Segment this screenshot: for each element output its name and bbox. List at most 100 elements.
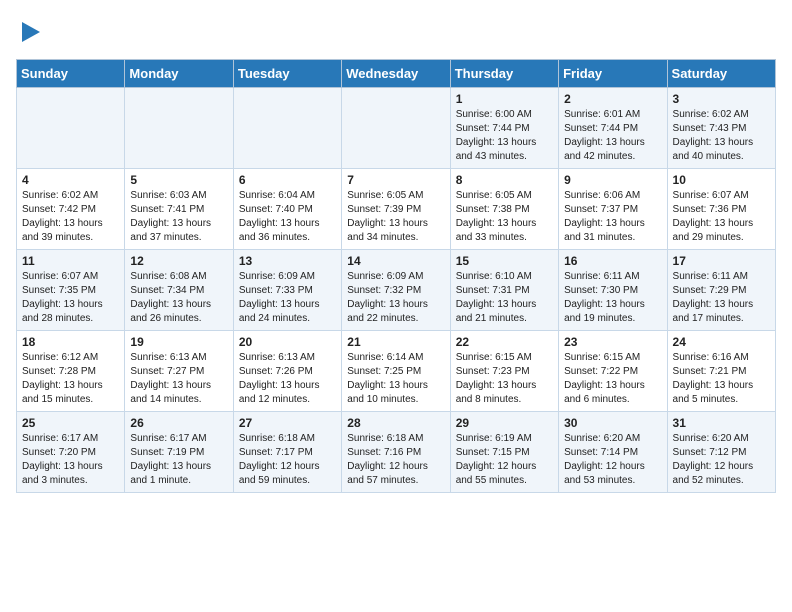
day-info: Sunrise: 6:16 AMSunset: 7:21 PMDaylight:… [673, 352, 754, 405]
day-info: Sunrise: 6:13 AMSunset: 7:27 PMDaylight:… [130, 352, 211, 405]
day-info: Sunrise: 6:11 AMSunset: 7:30 PMDaylight:… [564, 271, 645, 324]
day-number: 7 [347, 173, 444, 187]
calendar-cell: 21 Sunrise: 6:14 AMSunset: 7:25 PMDayligh… [342, 331, 450, 412]
day-info: Sunrise: 6:17 AMSunset: 7:19 PMDaylight:… [130, 433, 211, 486]
day-number: 2 [564, 92, 661, 106]
calendar-cell: 22 Sunrise: 6:15 AMSunset: 7:23 PMDayligh… [450, 331, 558, 412]
calendar-cell: 6 Sunrise: 6:04 AMSunset: 7:40 PMDaylight… [233, 169, 341, 250]
page-header [16, 16, 776, 51]
day-info: Sunrise: 6:17 AMSunset: 7:20 PMDaylight:… [22, 433, 103, 486]
day-number: 18 [22, 335, 119, 349]
header-friday: Friday [559, 60, 667, 88]
day-number: 10 [673, 173, 770, 187]
day-number: 26 [130, 416, 227, 430]
day-info: Sunrise: 6:05 AMSunset: 7:39 PMDaylight:… [347, 190, 428, 243]
header-saturday: Saturday [667, 60, 775, 88]
day-info: Sunrise: 6:07 AMSunset: 7:35 PMDaylight:… [22, 271, 103, 324]
calendar-cell [125, 88, 233, 169]
header-monday: Monday [125, 60, 233, 88]
day-info: Sunrise: 6:20 AMSunset: 7:14 PMDaylight:… [564, 433, 645, 486]
calendar-cell [342, 88, 450, 169]
calendar-cell: 20 Sunrise: 6:13 AMSunset: 7:26 PMDayligh… [233, 331, 341, 412]
calendar-cell: 25Sunrise: 6:17 AMSunset: 7:20 PMDayligh… [17, 412, 125, 493]
logo [16, 16, 42, 51]
calendar-cell: 23Sunrise: 6:15 AMSunset: 7:22 PMDayligh… [559, 331, 667, 412]
day-info: Sunrise: 6:20 AMSunset: 7:12 PMDaylight:… [673, 433, 754, 486]
calendar-cell: 28 Sunrise: 6:18 AMSunset: 7:16 PMDayligh… [342, 412, 450, 493]
day-number: 30 [564, 416, 661, 430]
calendar-cell: 8 Sunrise: 6:05 AMSunset: 7:38 PMDaylight… [450, 169, 558, 250]
day-info: Sunrise: 6:07 AMSunset: 7:36 PMDaylight:… [673, 190, 754, 243]
day-number: 22 [456, 335, 553, 349]
header-thursday: Thursday [450, 60, 558, 88]
day-info: Sunrise: 6:05 AMSunset: 7:38 PMDaylight:… [456, 190, 537, 243]
calendar-week-row: 4 Sunrise: 6:02 AMSunset: 7:42 PMDaylight… [17, 169, 776, 250]
day-number: 9 [564, 173, 661, 187]
calendar-cell: 11 Sunrise: 6:07 AMSunset: 7:35 PMDayligh… [17, 250, 125, 331]
header-tuesday: Tuesday [233, 60, 341, 88]
calendar-cell: 9 Sunrise: 6:06 AMSunset: 7:37 PMDaylight… [559, 169, 667, 250]
day-number: 28 [347, 416, 444, 430]
day-info: Sunrise: 6:14 AMSunset: 7:25 PMDaylight:… [347, 352, 428, 405]
day-number: 31 [673, 416, 770, 430]
day-number: 23 [564, 335, 661, 349]
day-info: Sunrise: 6:15 AMSunset: 7:23 PMDaylight:… [456, 352, 537, 405]
calendar-cell: 12 Sunrise: 6:08 AMSunset: 7:34 PMDayligh… [125, 250, 233, 331]
calendar-cell: 2 Sunrise: 6:01 AMSunset: 7:44 PMDaylight… [559, 88, 667, 169]
calendar-cell: 5Sunrise: 6:03 AMSunset: 7:41 PMDaylight… [125, 169, 233, 250]
day-number: 17 [673, 254, 770, 268]
calendar-cell: 10 Sunrise: 6:07 AMSunset: 7:36 PMDayligh… [667, 169, 775, 250]
calendar-cell: 15Sunrise: 6:10 AMSunset: 7:31 PMDayligh… [450, 250, 558, 331]
calendar-cell: 30 Sunrise: 6:20 AMSunset: 7:14 PMDayligh… [559, 412, 667, 493]
day-info: Sunrise: 6:02 AMSunset: 7:42 PMDaylight:… [22, 190, 103, 243]
logo-icon [20, 18, 42, 51]
day-info: Sunrise: 6:09 AMSunset: 7:33 PMDaylight:… [239, 271, 320, 324]
calendar-cell: 16 Sunrise: 6:11 AMSunset: 7:30 PMDayligh… [559, 250, 667, 331]
calendar-cell: 14 Sunrise: 6:09 AMSunset: 7:32 PMDayligh… [342, 250, 450, 331]
day-info: Sunrise: 6:06 AMSunset: 7:37 PMDaylight:… [564, 190, 645, 243]
calendar-cell: 26 Sunrise: 6:17 AMSunset: 7:19 PMDayligh… [125, 412, 233, 493]
calendar-cell: 13Sunrise: 6:09 AMSunset: 7:33 PMDayligh… [233, 250, 341, 331]
day-info: Sunrise: 6:08 AMSunset: 7:34 PMDaylight:… [130, 271, 211, 324]
calendar-cell: 18 Sunrise: 6:12 AMSunset: 7:28 PMDayligh… [17, 331, 125, 412]
day-number: 16 [564, 254, 661, 268]
calendar-cell: 4 Sunrise: 6:02 AMSunset: 7:42 PMDaylight… [17, 169, 125, 250]
calendar-cell: 29Sunrise: 6:19 AMSunset: 7:15 PMDayligh… [450, 412, 558, 493]
day-number: 12 [130, 254, 227, 268]
day-number: 21 [347, 335, 444, 349]
day-info: Sunrise: 6:04 AMSunset: 7:40 PMDaylight:… [239, 190, 320, 243]
calendar-header-row: SundayMondayTuesdayWednesdayThursdayFrid… [17, 60, 776, 88]
day-info: Sunrise: 6:09 AMSunset: 7:32 PMDaylight:… [347, 271, 428, 324]
calendar-week-row: 25Sunrise: 6:17 AMSunset: 7:20 PMDayligh… [17, 412, 776, 493]
day-number: 11 [22, 254, 119, 268]
calendar-cell: 3Sunrise: 6:02 AMSunset: 7:43 PMDaylight… [667, 88, 775, 169]
day-number: 4 [22, 173, 119, 187]
calendar-week-row: 1Sunrise: 6:00 AMSunset: 7:44 PMDaylight… [17, 88, 776, 169]
day-info: Sunrise: 6:02 AMSunset: 7:43 PMDaylight:… [673, 109, 754, 162]
calendar-table: SundayMondayTuesdayWednesdayThursdayFrid… [16, 59, 776, 493]
day-number: 27 [239, 416, 336, 430]
day-info: Sunrise: 6:10 AMSunset: 7:31 PMDaylight:… [456, 271, 537, 324]
header-wednesday: Wednesday [342, 60, 450, 88]
day-number: 1 [456, 92, 553, 106]
day-number: 14 [347, 254, 444, 268]
calendar-cell: 31 Sunrise: 6:20 AMSunset: 7:12 PMDayligh… [667, 412, 775, 493]
day-number: 19 [130, 335, 227, 349]
calendar-cell [233, 88, 341, 169]
day-info: Sunrise: 6:11 AMSunset: 7:29 PMDaylight:… [673, 271, 754, 324]
day-info: Sunrise: 6:18 AMSunset: 7:16 PMDaylight:… [347, 433, 428, 486]
day-number: 20 [239, 335, 336, 349]
day-info: Sunrise: 6:12 AMSunset: 7:28 PMDaylight:… [22, 352, 103, 405]
day-info: Sunrise: 6:13 AMSunset: 7:26 PMDaylight:… [239, 352, 320, 405]
day-number: 5 [130, 173, 227, 187]
calendar-cell: 17 Sunrise: 6:11 AMSunset: 7:29 PMDayligh… [667, 250, 775, 331]
day-info: Sunrise: 6:01 AMSunset: 7:44 PMDaylight:… [564, 109, 645, 162]
calendar-cell: 27Sunrise: 6:18 AMSunset: 7:17 PMDayligh… [233, 412, 341, 493]
calendar-cell [17, 88, 125, 169]
header-sunday: Sunday [17, 60, 125, 88]
day-number: 8 [456, 173, 553, 187]
day-number: 6 [239, 173, 336, 187]
calendar-week-row: 11 Sunrise: 6:07 AMSunset: 7:35 PMDayligh… [17, 250, 776, 331]
calendar-cell: 19 Sunrise: 6:13 AMSunset: 7:27 PMDayligh… [125, 331, 233, 412]
day-info: Sunrise: 6:19 AMSunset: 7:15 PMDaylight:… [456, 433, 537, 486]
